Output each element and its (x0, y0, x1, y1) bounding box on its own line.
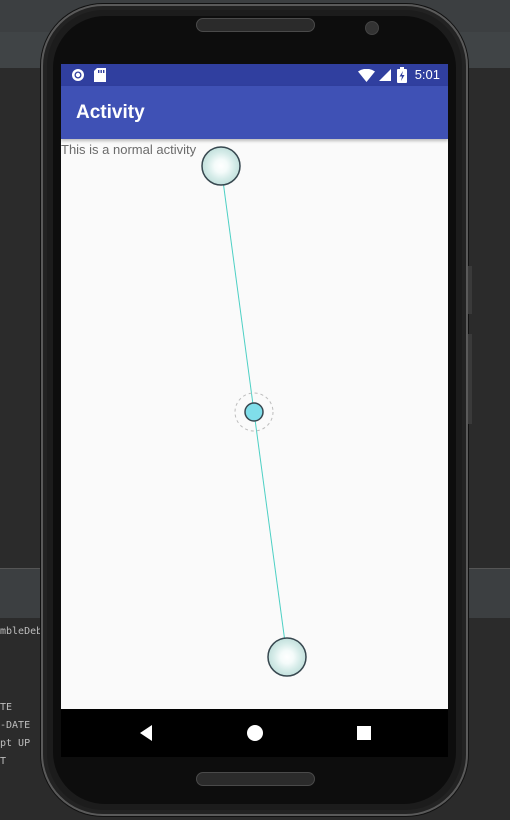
end-point-handle[interactable] (267, 637, 307, 677)
control-point-handle[interactable] (244, 402, 264, 422)
bottom-speaker (196, 772, 315, 786)
volume-button[interactable] (468, 334, 472, 424)
start-point-handle[interactable] (201, 146, 241, 186)
device-frame: 5:01 Activity This is a normal activity (41, 4, 472, 816)
back-icon[interactable] (134, 721, 158, 745)
top-speaker (196, 18, 315, 32)
device-screen[interactable]: 5:01 Activity This is a normal activity (61, 64, 448, 709)
curve-segment-top (220, 165, 255, 413)
curve-segment-bottom (253, 411, 288, 658)
curve-overlay (201, 146, 307, 677)
home-icon[interactable] (243, 721, 267, 745)
recents-icon[interactable] (352, 721, 376, 745)
navigation-bar (61, 709, 448, 757)
power-button[interactable] (468, 266, 472, 314)
front-camera (365, 21, 379, 35)
